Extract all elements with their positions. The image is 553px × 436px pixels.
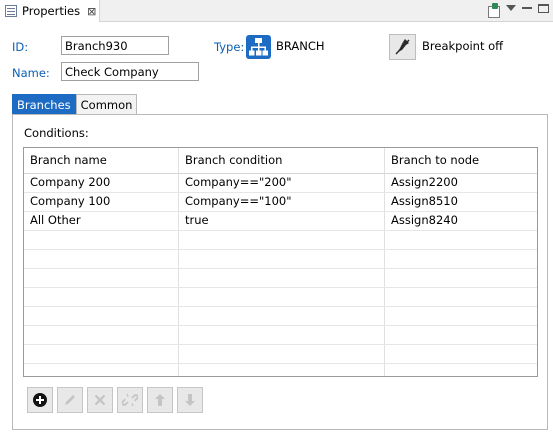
conditions-label: Conditions: [24, 126, 89, 140]
tab-branches[interactable]: Branches [12, 94, 76, 114]
table-row-cell[interactable]: All Other [24, 211, 81, 230]
table-row-cell[interactable]: Company 100 [24, 192, 110, 211]
unlink-condition-button[interactable] [117, 387, 143, 413]
breakpoint-toggle-button[interactable] [389, 34, 416, 60]
breakpoint-label: Breakpoint off [422, 39, 504, 53]
properties-icon [5, 5, 17, 17]
table-row-cell[interactable]: true [179, 211, 209, 230]
properties-view-tab[interactable]: Properties ⊠ [0, 0, 100, 22]
move-up-button[interactable] [147, 387, 173, 413]
move-down-icon [185, 394, 195, 406]
move-up-icon [155, 394, 165, 406]
table-row-cell[interactable]: Assign8510 [385, 192, 458, 211]
id-field[interactable] [61, 36, 169, 55]
table-row-cell[interactable]: Company 200 [24, 173, 110, 192]
table-row-cell[interactable]: Company=="200" [179, 173, 292, 192]
properties-tabs: Branches Common [12, 94, 138, 114]
pin-icon[interactable] [486, 3, 500, 18]
close-icon[interactable]: ⊠ [87, 6, 96, 17]
name-label: Name: [12, 66, 50, 80]
add-condition-button[interactable] [27, 387, 53, 413]
conditions-toolbar [27, 387, 203, 413]
branch-type-icon [246, 35, 271, 59]
conditions-table[interactable]: Branch name Branch condition Branch to n… [23, 147, 538, 377]
view-menu-icon[interactable] [506, 5, 516, 11]
view-tab-bar: Properties ⊠ [0, 0, 553, 22]
properties-tab-label: Properties [22, 4, 81, 18]
delete-icon [94, 394, 106, 406]
column-header-branch-name[interactable]: Branch name [24, 148, 107, 173]
move-down-button[interactable] [177, 387, 203, 413]
type-label: Type: [214, 40, 245, 54]
view-toolbar [486, 0, 549, 22]
column-header-branch-to-node[interactable]: Branch to node [385, 148, 479, 173]
column-header-branch-condition[interactable]: Branch condition [179, 148, 282, 173]
id-label: ID: [12, 40, 29, 54]
edit-icon [65, 395, 75, 405]
name-field[interactable] [61, 62, 199, 81]
delete-condition-button[interactable] [87, 387, 113, 413]
breakpoint-off-icon [395, 39, 410, 55]
type-value: BRANCH [276, 39, 325, 53]
edit-condition-button[interactable] [57, 387, 83, 413]
table-row-cell[interactable]: Company=="100" [179, 192, 292, 211]
branches-tab-panel: Conditions: Branch name Branch condition… [12, 114, 548, 430]
table-row-cell[interactable]: Assign2200 [385, 173, 458, 192]
add-icon [33, 393, 47, 407]
minimize-icon[interactable] [522, 7, 532, 9]
table-row-cell[interactable]: Assign8240 [385, 211, 458, 230]
unlink-icon [122, 393, 138, 407]
maximize-icon[interactable] [538, 3, 549, 13]
tab-common[interactable]: Common [75, 94, 138, 114]
